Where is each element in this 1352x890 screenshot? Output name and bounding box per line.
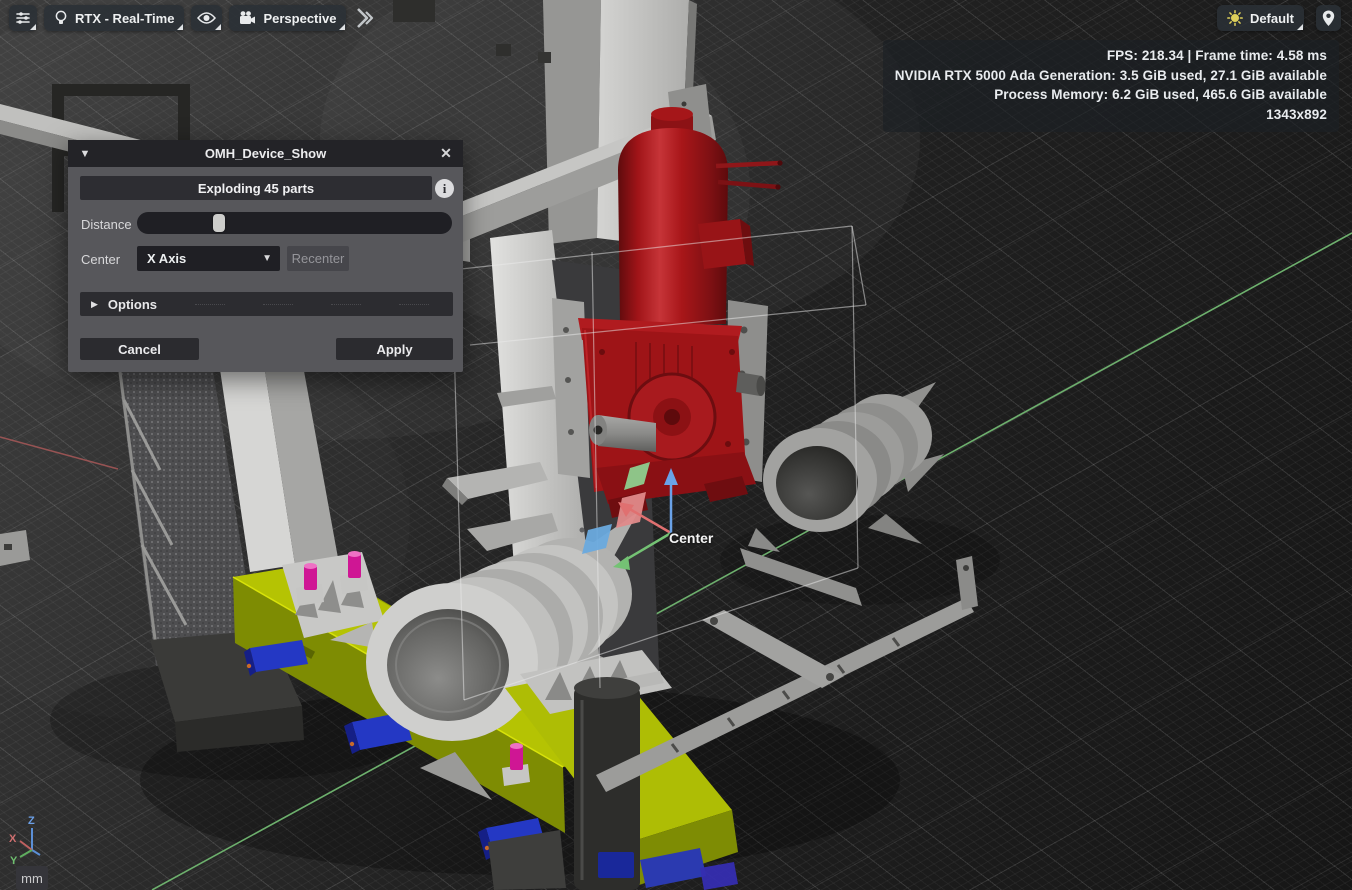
- stats-gpu-line: NVIDIA RTX 5000 Ada Generation: 3.5 GiB …: [895, 66, 1327, 86]
- lighting-button[interactable]: Default: [1217, 5, 1304, 31]
- apply-label: Apply: [376, 342, 412, 357]
- viewport-toolbar: RTX - Real-Time Perspective: [9, 5, 375, 31]
- apply-button[interactable]: Apply: [336, 338, 453, 360]
- unit-badge: mm: [16, 866, 48, 890]
- double-chevron-icon: [355, 6, 375, 30]
- camera-button[interactable]: Perspective: [229, 5, 346, 31]
- cancel-label: Cancel: [118, 342, 161, 357]
- status-banner-label: Exploding 45 parts: [198, 181, 314, 196]
- lighting-label: Default: [1250, 11, 1294, 26]
- viewport-3d[interactable]: Center RTX - Real-Time: [0, 0, 1352, 890]
- visibility-button[interactable]: [191, 5, 222, 31]
- dotted-separator: [399, 304, 429, 305]
- recenter-button[interactable]: Recenter: [287, 246, 349, 271]
- axis-z-label: Z: [28, 815, 35, 827]
- dialog-title: OMH_Device_Show: [102, 146, 429, 161]
- expand-triangle-icon: ▶: [91, 299, 98, 310]
- info-icon[interactable]: i: [435, 179, 454, 198]
- sun-icon: [1227, 10, 1243, 26]
- status-banner[interactable]: Exploding 45 parts: [80, 176, 432, 200]
- stats-fps-line: FPS: 218.34 | Frame time: 4.58 ms: [895, 46, 1327, 66]
- distance-slider[interactable]: [137, 212, 452, 234]
- gizmo-center-label: Center: [669, 530, 714, 546]
- cancel-button[interactable]: Cancel: [80, 338, 199, 360]
- options-label: Options: [108, 297, 157, 312]
- waypoint-button[interactable]: [1316, 5, 1341, 31]
- close-icon[interactable]: ✕: [429, 145, 463, 162]
- stats-resolution: 1343x892: [895, 105, 1327, 125]
- scene-3d: Center: [0, 0, 1352, 890]
- viewport-topright-controls: Default: [1217, 5, 1341, 31]
- unit-label: mm: [21, 871, 43, 886]
- video-camera-icon: [239, 11, 256, 25]
- sliders-icon: [15, 10, 31, 26]
- dialog-title-bar[interactable]: ▼ OMH_Device_Show ✕: [68, 140, 463, 167]
- dotted-separator: [195, 304, 225, 305]
- dotted-separator: [263, 304, 293, 305]
- eye-icon: [197, 11, 216, 25]
- options-expander[interactable]: ▶ Options: [80, 292, 453, 316]
- center-axis-dropdown[interactable]: X Axis ▼: [137, 246, 280, 271]
- axis-x-label: X: [9, 833, 17, 845]
- recenter-label: Recenter: [292, 251, 345, 266]
- center-label: Center: [81, 252, 120, 267]
- stats-memory-line: Process Memory: 6.2 GiB used, 465.6 GiB …: [895, 85, 1327, 105]
- collapse-triangle-icon[interactable]: ▼: [68, 148, 102, 160]
- viewport-settings-button[interactable]: [9, 5, 37, 31]
- axis-y-label: Y: [10, 855, 18, 864]
- camera-label: Perspective: [263, 11, 336, 26]
- distance-label: Distance: [81, 217, 132, 232]
- edge-bracket: [0, 530, 30, 566]
- chevron-down-icon: ▼: [262, 253, 272, 264]
- orientation-axis-gizmo[interactable]: Z X Y: [0, 808, 60, 864]
- dotted-separator: [331, 304, 361, 305]
- map-pin-icon: [1322, 10, 1335, 27]
- omh-device-show-dialog: ▼ OMH_Device_Show ✕ Exploding 45 parts i…: [68, 140, 463, 372]
- center-axis-value: X Axis: [147, 251, 262, 266]
- performance-stats-panel: FPS: 218.34 | Frame time: 4.58 ms NVIDIA…: [883, 40, 1339, 132]
- renderer-label: RTX - Real-Time: [75, 11, 174, 26]
- renderer-button[interactable]: RTX - Real-Time: [44, 5, 184, 31]
- lightbulb-icon: [54, 10, 68, 26]
- distance-slider-handle[interactable]: [213, 214, 225, 232]
- toolbar-expand-button[interactable]: [355, 6, 375, 30]
